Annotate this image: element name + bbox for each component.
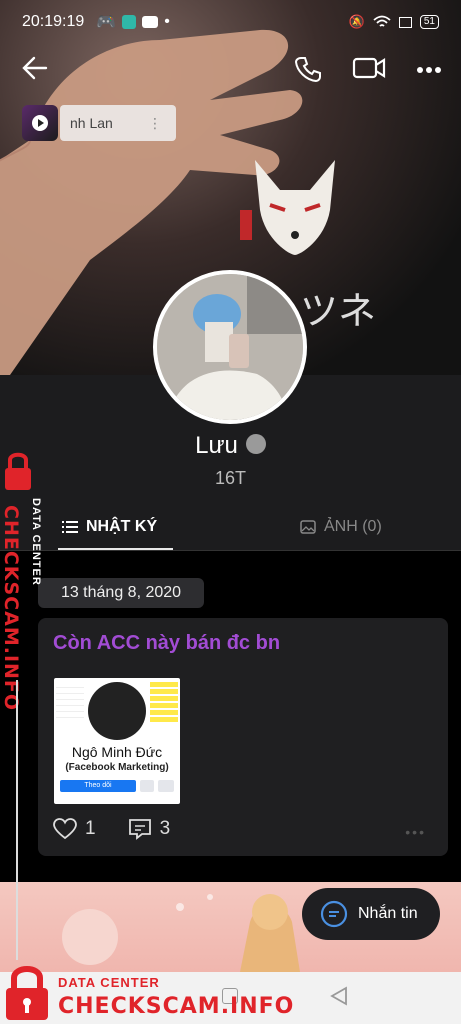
wifi-icon xyxy=(373,15,391,27)
table-graphic xyxy=(150,682,178,722)
avatar[interactable] xyxy=(153,270,307,424)
avatar-photo xyxy=(157,274,303,420)
post-image-avatar xyxy=(88,682,146,740)
photo-icon xyxy=(300,520,316,534)
youtube-icon xyxy=(142,16,159,28)
heart-icon[interactable] xyxy=(53,818,77,840)
mini-player-menu-icon[interactable]: ⋮ xyxy=(148,115,162,132)
mute-icon: 🔕 xyxy=(348,14,365,29)
back-arrow-icon[interactable] xyxy=(22,55,48,81)
list-icon xyxy=(62,521,78,533)
message-button[interactable]: Nhắn tin xyxy=(302,888,440,940)
padlock-icon xyxy=(6,966,48,1020)
status-bar: 20:19:19 🎮 • 🔕 51 xyxy=(0,0,461,44)
post-image-button xyxy=(158,780,174,792)
diary-post[interactable]: Còn ACC này bán đc bn Ngô Minh Đức (Face… xyxy=(38,618,448,856)
divider xyxy=(0,550,461,551)
post-actions: 1 3 xyxy=(53,818,202,840)
post-image-button xyxy=(140,780,154,792)
tab-photos[interactable]: ẢNH (0) xyxy=(300,505,382,549)
post-image-follow: Theo dõi xyxy=(60,780,136,792)
comment-count: 3 xyxy=(159,818,171,839)
chat-bubble-icon xyxy=(320,900,348,928)
profile-name: Lưu xyxy=(0,432,461,460)
game-icon: 🎮 xyxy=(96,14,117,31)
table-graphic xyxy=(56,682,84,722)
tab-diary-label: NHẬT KÝ xyxy=(86,518,158,535)
play-icon[interactable] xyxy=(22,105,58,141)
phone-icon[interactable] xyxy=(294,55,322,83)
message-button-label: Nhắn tin xyxy=(358,905,418,922)
edit-icon[interactable] xyxy=(245,433,266,454)
cover-text: ツネ xyxy=(300,289,377,333)
back-nav-icon[interactable] xyxy=(330,986,348,1006)
battery-indicator: 51 xyxy=(419,15,439,29)
fox-mask-graphic xyxy=(240,160,335,255)
status-time: 20:19:19 xyxy=(22,13,85,30)
post-image[interactable]: Ngô Minh Đức (Facebook Marketing) Theo d… xyxy=(54,678,180,804)
mini-player-popup[interactable]: nh Lan ⋮ xyxy=(60,105,176,141)
like-count: 1 xyxy=(85,818,96,839)
post-more-icon[interactable]: ••• xyxy=(405,824,426,840)
date-label: 13 tháng 8, 2020 xyxy=(38,578,204,608)
more-options-icon[interactable] xyxy=(416,66,442,74)
tab-diary[interactable]: NHẬT KÝ xyxy=(62,505,157,549)
tab-photos-label: ẢNH (0) xyxy=(324,518,382,535)
watermark-vertical-sub: DATA CENTER xyxy=(30,498,42,586)
mini-player-label: nh Lan xyxy=(70,115,113,131)
watermark-bottom-sub: DATA CENTER xyxy=(58,975,160,990)
watermark-line xyxy=(16,680,18,960)
post-image-name: Ngô Minh Đức xyxy=(71,744,163,760)
watermark-vertical-main: CHECKSCAM.INFO xyxy=(0,505,22,712)
comment-icon[interactable] xyxy=(128,818,152,840)
screen-icon xyxy=(398,16,412,28)
post-title: Còn ACC này bán đc bn xyxy=(53,632,281,654)
video-call-icon[interactable] xyxy=(352,55,386,81)
profile-name-text: Lưu xyxy=(195,432,238,459)
post-image-role: (Facebook Marketing) xyxy=(65,762,169,773)
mini-player[interactable]: nh Lan ⋮ xyxy=(22,105,176,141)
profile-tabs: NHẬT KÝ ẢNH (0) xyxy=(0,505,461,551)
app-icon xyxy=(122,15,137,29)
dot-icon: • xyxy=(164,13,170,30)
profile-subtitle: 16T xyxy=(214,468,247,488)
watermark-bottom-main: CHECKSCAM.INFO xyxy=(58,994,295,1019)
